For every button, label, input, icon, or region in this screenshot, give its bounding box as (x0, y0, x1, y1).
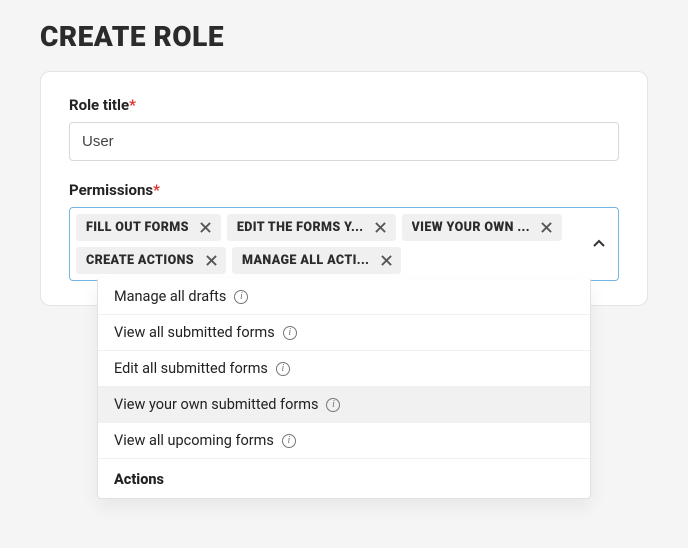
chip-label: CREATE ACTIONS (86, 253, 194, 268)
permissions-label: Permissions* (69, 181, 619, 199)
required-asterisk: * (129, 96, 136, 114)
permission-chip: CREATE ACTIONS (76, 247, 226, 274)
option-label: View all upcoming forms (114, 432, 274, 449)
close-icon[interactable] (374, 221, 388, 235)
option-label: View all submitted forms (114, 324, 275, 341)
close-icon[interactable] (204, 254, 218, 268)
permission-chip: EDIT THE FORMS Y... (227, 214, 396, 241)
create-role-card: Role title* Permissions* FILL OUT FORMS … (40, 71, 648, 306)
role-title-input[interactable] (69, 122, 619, 161)
dropdown-option[interactable]: Edit all submitted forms (98, 351, 590, 387)
info-icon[interactable] (283, 326, 297, 340)
info-icon[interactable] (276, 362, 290, 376)
page-title: CREATE ROLE (40, 20, 648, 53)
required-asterisk: * (153, 181, 160, 199)
chevron-up-icon[interactable] (590, 235, 608, 253)
option-label: Edit all submitted forms (114, 360, 268, 377)
option-label: Manage all drafts (114, 288, 226, 305)
chip-label: EDIT THE FORMS Y... (237, 220, 364, 235)
permission-chip: VIEW YOUR OWN ... (402, 214, 562, 241)
dropdown-option[interactable]: View your own submitted forms (98, 387, 590, 423)
role-title-label: Role title* (69, 96, 619, 114)
chip-label: MANAGE ALL ACTI... (242, 253, 369, 268)
permissions-label-text: Permissions (69, 181, 153, 199)
dropdown-option[interactable]: View all upcoming forms (98, 423, 590, 459)
permissions-field: Permissions* FILL OUT FORMS EDIT THE FOR… (69, 181, 619, 281)
permission-chip: FILL OUT FORMS (76, 214, 221, 241)
close-icon[interactable] (540, 221, 554, 235)
permissions-dropdown: Manage all drafts View all submitted for… (97, 279, 591, 499)
dropdown-option[interactable]: View all submitted forms (98, 315, 590, 351)
close-icon[interactable] (199, 221, 213, 235)
role-title-label-text: Role title (69, 96, 129, 114)
info-icon[interactable] (282, 434, 296, 448)
option-label: View your own submitted forms (114, 396, 318, 413)
chip-label: VIEW YOUR OWN ... (412, 220, 530, 235)
close-icon[interactable] (379, 254, 393, 268)
info-icon[interactable] (234, 290, 248, 304)
chip-label: FILL OUT FORMS (86, 220, 189, 235)
permission-chip: MANAGE ALL ACTI... (232, 247, 401, 274)
info-icon[interactable] (326, 398, 340, 412)
dropdown-group-header: Actions (98, 459, 590, 498)
permissions-multiselect[interactable]: FILL OUT FORMS EDIT THE FORMS Y... VIEW … (69, 207, 619, 281)
role-title-field: Role title* (69, 96, 619, 161)
dropdown-option[interactable]: Manage all drafts (98, 279, 590, 315)
